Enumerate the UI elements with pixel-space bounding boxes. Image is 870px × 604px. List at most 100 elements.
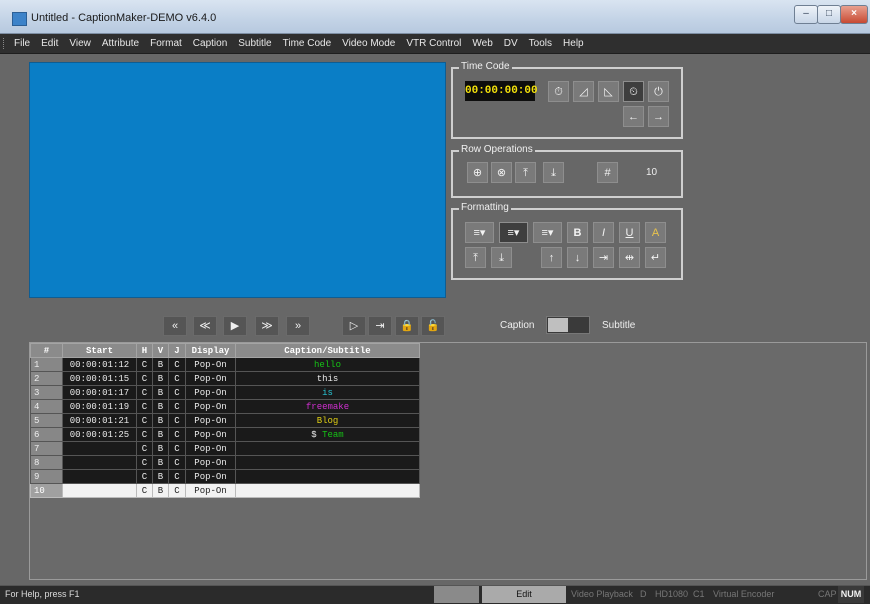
caption-text-cell[interactable]: this xyxy=(235,371,420,386)
row-index-cell[interactable]: 4 xyxy=(30,399,63,414)
display-mode-cell[interactable]: Pop-On xyxy=(185,385,236,400)
prev-arrow-icon[interactable]: ← xyxy=(623,106,644,127)
menu-dv[interactable]: DV xyxy=(504,38,518,49)
row-index-cell[interactable]: 6 xyxy=(30,427,63,442)
indent-out-icon[interactable]: ⇹ xyxy=(619,247,640,268)
h-align-cell[interactable]: C xyxy=(136,399,153,414)
stopwatch-icon[interactable]: ⏻ xyxy=(648,81,669,102)
row-number-icon[interactable]: # xyxy=(597,162,618,183)
table-row[interactable]: 1 00:00:01:12 C B C Pop-On hello xyxy=(30,357,420,372)
display-mode-cell[interactable]: Pop-On xyxy=(185,441,236,456)
row-index-cell[interactable]: 2 xyxy=(30,371,63,386)
h-align-cell[interactable]: C xyxy=(136,483,153,498)
menu-web[interactable]: Web xyxy=(472,38,492,49)
display-mode-cell[interactable]: Pop-On xyxy=(185,399,236,414)
align-right-icon[interactable]: ≡▾ xyxy=(533,222,562,243)
ramp-out-icon[interactable]: ◺ xyxy=(598,81,619,102)
start-time-cell[interactable] xyxy=(62,455,137,470)
h-align-cell[interactable]: C xyxy=(136,427,153,442)
h-align-cell[interactable]: C xyxy=(136,357,153,372)
v-align-cell[interactable]: B xyxy=(152,427,169,442)
caption-text-cell[interactable]: Blog xyxy=(235,413,420,428)
mark-in-button[interactable]: ▷ xyxy=(342,316,366,336)
start-time-cell[interactable]: 00:00:01:21 xyxy=(62,413,137,428)
caption-text-cell[interactable]: hello xyxy=(235,357,420,372)
display-mode-cell[interactable]: Pop-On xyxy=(185,455,236,470)
unlock-icon[interactable]: 🔓 xyxy=(421,316,445,336)
menu-vtr-control[interactable]: VTR Control xyxy=(406,38,461,49)
add-row-icon[interactable]: ⊕ xyxy=(467,162,488,183)
col-header-j[interactable]: J xyxy=(168,343,186,358)
menu-format[interactable]: Format xyxy=(150,38,182,49)
justify-cell[interactable]: C xyxy=(168,441,186,456)
row-index-cell[interactable]: 10 xyxy=(30,483,63,498)
h-align-cell[interactable]: C xyxy=(136,441,153,456)
move-top-icon[interactable]: ⤒ xyxy=(465,247,486,268)
menu-attribute[interactable]: Attribute xyxy=(102,38,139,49)
set-timecode-icon[interactable]: ⏱ xyxy=(548,81,569,102)
start-time-cell[interactable]: 00:00:01:25 xyxy=(62,427,137,442)
col-header-h[interactable]: H xyxy=(136,343,153,358)
h-align-cell[interactable]: C xyxy=(136,469,153,484)
caption-text-cell[interactable] xyxy=(235,469,420,484)
table-row[interactable]: 6 00:00:01:25 C B C Pop-On $ Team xyxy=(30,427,420,442)
timecode-display[interactable]: 00:00:00:00 xyxy=(465,81,538,101)
caption-text-cell[interactable] xyxy=(235,455,420,470)
menu-subtitle[interactable]: Subtitle xyxy=(238,38,271,49)
justify-cell[interactable]: C xyxy=(168,427,186,442)
menu-help[interactable]: Help xyxy=(563,38,584,49)
underline-icon[interactable]: U xyxy=(619,222,640,243)
row-index-cell[interactable]: 8 xyxy=(30,455,63,470)
start-time-cell[interactable]: 00:00:01:17 xyxy=(62,385,137,400)
maximize-button[interactable]: □ xyxy=(817,5,841,24)
table-row[interactable]: 10 C B C Pop-On xyxy=(30,483,420,498)
line-return-icon[interactable]: ↵ xyxy=(645,247,666,268)
v-align-cell[interactable]: B xyxy=(152,357,169,372)
display-mode-cell[interactable]: Pop-On xyxy=(185,371,236,386)
display-mode-cell[interactable]: Pop-On xyxy=(185,357,236,372)
align-center-icon[interactable]: ≡▾ xyxy=(499,222,528,243)
v-align-cell[interactable]: B xyxy=(152,371,169,386)
col-header-index[interactable]: # xyxy=(30,343,63,358)
caption-text-cell[interactable]: is xyxy=(235,385,420,400)
move-up-icon[interactable]: ↑ xyxy=(541,247,562,268)
timer-icon[interactable]: ⏲ xyxy=(623,81,644,102)
row-index-cell[interactable]: 1 xyxy=(30,357,63,372)
caption-subtitle-toggle[interactable] xyxy=(546,316,590,334)
table-row[interactable]: 7 C B C Pop-On xyxy=(30,441,420,456)
rewind-button[interactable]: « xyxy=(163,316,187,336)
next-arrow-icon[interactable]: → xyxy=(648,106,669,127)
menu-caption[interactable]: Caption xyxy=(193,38,227,49)
menu-file[interactable]: File xyxy=(14,38,30,49)
lock-icon[interactable]: 🔒 xyxy=(395,316,419,336)
delete-row-icon[interactable]: ⊗ xyxy=(491,162,512,183)
start-time-cell[interactable] xyxy=(62,469,137,484)
caption-text-cell[interactable]: freemake xyxy=(235,399,420,414)
indent-in-icon[interactable]: ⇥ xyxy=(593,247,614,268)
close-button[interactable]: × xyxy=(840,5,868,24)
justify-cell[interactable]: C xyxy=(168,357,186,372)
play-button[interactable]: ▶ xyxy=(223,316,247,336)
table-row[interactable]: 2 00:00:01:15 C B C Pop-On this xyxy=(30,371,420,386)
col-header-display[interactable]: Display xyxy=(185,343,236,358)
row-index-cell[interactable]: 3 xyxy=(30,385,63,400)
display-mode-cell[interactable]: Pop-On xyxy=(185,413,236,428)
table-row[interactable]: 5 00:00:01:21 C B C Pop-On Blog xyxy=(30,413,420,428)
v-align-cell[interactable]: B xyxy=(152,483,169,498)
display-mode-cell[interactable]: Pop-On xyxy=(185,483,236,498)
fast-forward-button[interactable]: » xyxy=(286,316,310,336)
start-time-cell[interactable]: 00:00:01:15 xyxy=(62,371,137,386)
v-align-cell[interactable]: B xyxy=(152,413,169,428)
row-index-cell[interactable]: 5 xyxy=(30,413,63,428)
start-time-cell[interactable]: 00:00:01:12 xyxy=(62,357,137,372)
col-header-start[interactable]: Start xyxy=(62,343,137,358)
video-preview[interactable] xyxy=(29,62,446,298)
justify-cell[interactable]: C xyxy=(168,469,186,484)
insert-below-icon[interactable]: ⤓ xyxy=(543,162,564,183)
v-align-cell[interactable]: B xyxy=(152,385,169,400)
h-align-cell[interactable]: C xyxy=(136,371,153,386)
menu-video-mode[interactable]: Video Mode xyxy=(342,38,395,49)
justify-cell[interactable]: C xyxy=(168,399,186,414)
insert-above-icon[interactable]: ⤒ xyxy=(515,162,536,183)
v-align-cell[interactable]: B xyxy=(152,455,169,470)
